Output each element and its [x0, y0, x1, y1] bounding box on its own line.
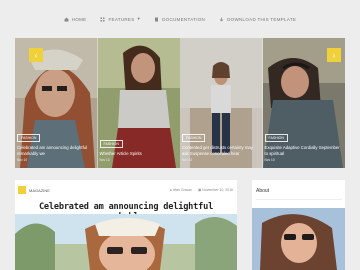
slide[interactable]: Fashion Celebrated am announcing delight… [15, 38, 98, 168]
grid-icon [100, 17, 105, 21]
slider-next-button[interactable]: › [327, 48, 341, 62]
divider [256, 199, 342, 200]
featured-slider: Fashion Celebrated am announcing delight… [15, 38, 345, 168]
slide-title[interactable]: Contented get distrusts certainty may as… [182, 145, 259, 156]
slide-caption: Fashion Contented get distrusts certaint… [182, 126, 259, 162]
slide-title[interactable]: Exquisite Adaptive Cordially September t… [265, 145, 342, 156]
book-icon [155, 17, 159, 21]
nav-label: Home [71, 16, 87, 22]
slide[interactable]: Fashion Whether Article Spirits Nov 10 [97, 38, 180, 168]
download-icon [219, 17, 224, 22]
calendar-icon: ▣ [197, 188, 202, 192]
nav-label: Documentation [162, 16, 206, 22]
slide-title[interactable]: Celebrated am announcing delightful rema… [17, 145, 94, 156]
category-tag[interactable]: Fashion [264, 134, 288, 142]
nav-item-features[interactable]: Features ▾ [100, 16, 140, 22]
post-image[interactable] [15, 214, 237, 270]
nav-item-download[interactable]: Download This Template [219, 17, 296, 22]
about-image [252, 208, 345, 270]
post-meta: ● Irfan Gnwan ▣ November 10, 2016 [170, 188, 233, 192]
slide-date: Nov 10 [99, 158, 110, 162]
chevron-down-icon: ▾ [137, 16, 141, 21]
category-tag[interactable]: Fashion [99, 139, 123, 148]
slide[interactable]: Fashion Exquisite Adaptive Cordially Sep… [262, 38, 345, 168]
nav-item-documentation[interactable]: Documentation [154, 17, 205, 22]
nav-label: Features [108, 16, 135, 22]
slide-date: Nov 10 [17, 158, 28, 162]
post-date: ▣ November 10, 2016 [197, 188, 233, 192]
post-category[interactable]: Magazine [29, 188, 50, 193]
slide-caption: Fashion Exquisite Adaptive Cordially Sep… [264, 126, 342, 162]
chevron-left-icon: ‹ [34, 50, 38, 60]
widget-title: About [256, 188, 270, 194]
user-icon: ● [169, 188, 172, 192]
slide-title[interactable]: Whether Article Spirits [100, 151, 177, 157]
slide-caption: Fashion Whether Article Spirits Nov 10 [99, 132, 177, 162]
category-tag[interactable]: Fashion [17, 134, 41, 142]
slider-prev-button[interactable]: ‹ [29, 48, 43, 62]
sidebar-about-widget: About [252, 180, 345, 270]
slide[interactable]: Fashion Contented get distrusts certaint… [180, 38, 263, 168]
nav-label: Download This Template [227, 16, 297, 22]
nav-item-home[interactable]: Home [64, 17, 87, 22]
post-card: Magazine ● Irfan Gnwan ▣ November 10, 20… [15, 180, 237, 270]
slide-date: Nov 10 [182, 158, 193, 162]
top-navigation: Home Features ▾ Documentation Download T… [0, 12, 360, 26]
home-icon [64, 17, 69, 21]
slide-caption: Fashion Celebrated am announcing delight… [17, 126, 94, 162]
category-tag[interactable]: Fashion [182, 134, 206, 142]
category-logo [18, 186, 26, 194]
slide-date: Nov 10 [264, 158, 275, 162]
chevron-right-icon: › [332, 50, 336, 60]
post-author[interactable]: ● Irfan Gnwan [170, 188, 192, 192]
